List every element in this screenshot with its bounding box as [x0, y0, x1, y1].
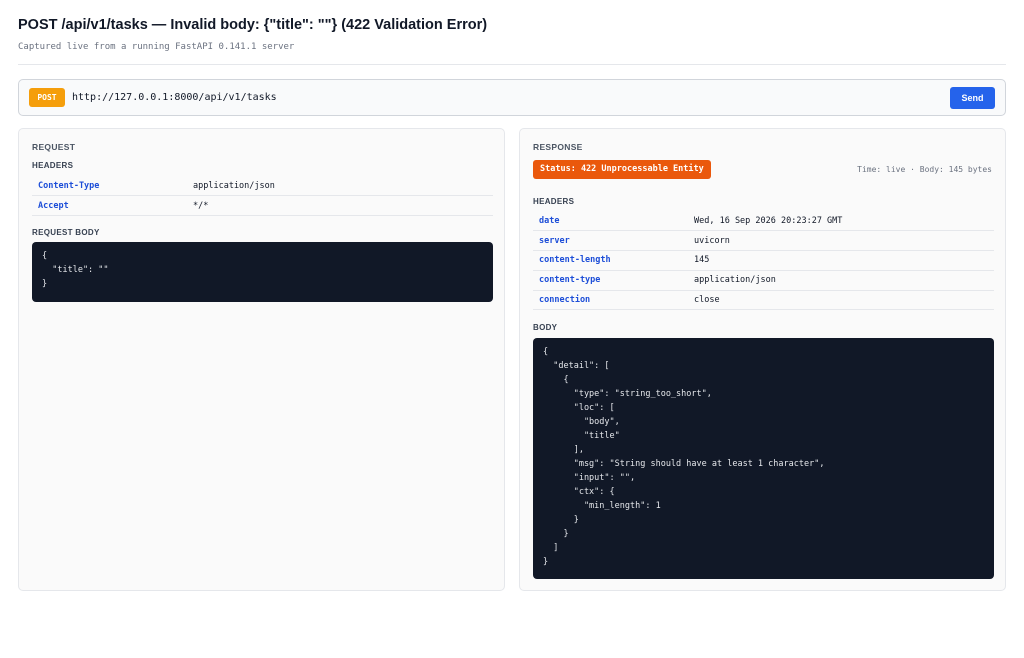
request-section-label: REQUEST [32, 142, 76, 152]
request-headers-table: Content-Type application/json Accept */* [32, 176, 493, 217]
header-value: */* [193, 195, 493, 217]
response-meta: Time: live · Body: 145 bytes [857, 165, 992, 174]
request-body-code: { "title": "" } [32, 242, 493, 302]
response-body-label: BODY [533, 323, 558, 332]
response-headers-table: date Wed, 16 Sep 2026 20:23:27 GMT serve… [533, 211, 994, 311]
header-key: server [533, 230, 694, 252]
method-badge[interactable]: POST [29, 88, 65, 107]
header-value: Wed, 16 Sep 2026 20:23:27 GMT [694, 211, 994, 232]
header-key: date [533, 211, 694, 232]
response-section-label: RESPONSE [533, 142, 583, 152]
response-headers-label: HEADERS [533, 197, 575, 206]
header-divider [18, 64, 1006, 65]
status-badge: Status: 422 Unprocessable Entity [533, 160, 711, 179]
header-key: Accept [32, 195, 193, 217]
header-value: application/json [694, 270, 994, 291]
header-value: uvicorn [694, 230, 994, 252]
header-key: content-type [533, 270, 694, 291]
send-button[interactable]: Send [950, 87, 995, 109]
request-body-label: REQUEST BODY [32, 228, 100, 237]
page-title: POST /api/v1/tasks — Invalid body: {"tit… [18, 17, 488, 33]
request-panel: REQUEST HEADERS Content-Type application… [18, 128, 505, 591]
table-row: Accept */* [32, 195, 493, 217]
header-key: connection [533, 290, 694, 311]
response-body-code: { "detail": [ { "type": "string_too_shor… [533, 338, 994, 579]
request-headers-label: HEADERS [32, 161, 74, 170]
response-panel: RESPONSE Status: 422 Unprocessable Entit… [519, 128, 1006, 591]
table-row: content-length 145 [533, 250, 994, 271]
page-subtitle: Captured live from a running FastAPI 0.1… [18, 42, 295, 52]
header-value: close [694, 290, 994, 311]
header-value: 145 [694, 250, 994, 271]
header-value: application/json [193, 176, 493, 197]
table-row: Content-Type application/json [32, 176, 493, 197]
table-row: server uvicorn [533, 230, 994, 252]
table-row: date Wed, 16 Sep 2026 20:23:27 GMT [533, 211, 994, 232]
table-row: content-type application/json [533, 270, 994, 291]
url-bar: POST Send [18, 79, 1006, 116]
header-key: Content-Type [32, 176, 193, 197]
header-key: content-length [533, 250, 694, 271]
table-row: connection close [533, 290, 994, 311]
url-input[interactable] [72, 89, 932, 107]
